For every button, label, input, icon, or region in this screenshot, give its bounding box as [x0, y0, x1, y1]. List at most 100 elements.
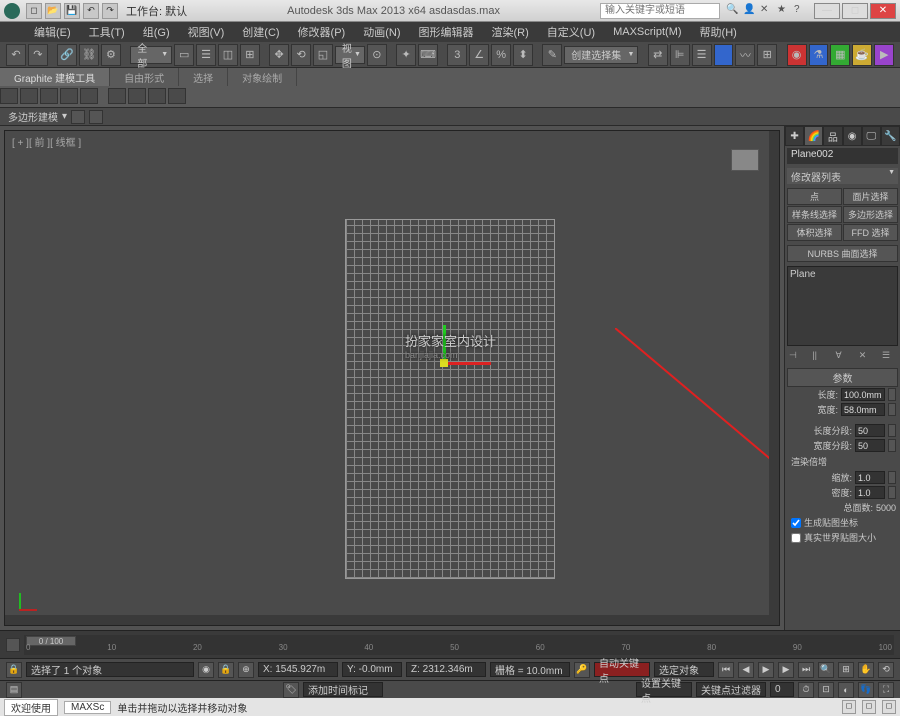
- app-logo-icon[interactable]: [4, 3, 20, 19]
- menu-create[interactable]: 创建(C): [234, 22, 287, 42]
- percent-snap-button[interactable]: %: [491, 44, 511, 66]
- tray-icon-3[interactable]: ◻: [882, 700, 896, 714]
- poly-mini-1[interactable]: [71, 110, 85, 124]
- move-button[interactable]: ✥: [269, 44, 289, 66]
- favorite-icon[interactable]: ★: [777, 4, 791, 18]
- hierarchy-tab-icon[interactable]: 品: [823, 126, 842, 146]
- window-crossing-button[interactable]: ⊞: [240, 44, 260, 66]
- keyboard-button[interactable]: ⌨: [418, 44, 438, 66]
- modify-tab-icon[interactable]: 🌈: [804, 126, 823, 146]
- manipulate-button[interactable]: ✦: [396, 44, 416, 66]
- menu-views[interactable]: 视图(V): [180, 22, 233, 42]
- ribbon-btn-9[interactable]: [168, 88, 186, 104]
- nav-walk-icon[interactable]: 👣: [858, 682, 874, 698]
- configure-icon[interactable]: ☰: [882, 350, 896, 364]
- coord-z[interactable]: Z: 2312.346m: [406, 662, 486, 677]
- help-icon[interactable]: ?: [794, 4, 808, 18]
- ribbon-tab-paint[interactable]: 对象绘制: [228, 68, 297, 86]
- gen-coords-checkbox[interactable]: [791, 518, 801, 528]
- wseg-spinner[interactable]: 50: [855, 439, 885, 452]
- menu-edit[interactable]: 编辑(E): [26, 22, 79, 42]
- play-start-icon[interactable]: ⏮: [718, 662, 734, 678]
- signin-icon[interactable]: 👤: [743, 4, 757, 18]
- lseg-spin-buttons[interactable]: [888, 424, 896, 437]
- ribbon-tab-select[interactable]: 选择: [179, 68, 228, 86]
- sel-vertex-button[interactable]: 点: [787, 188, 842, 205]
- ribbon-btn-8[interactable]: [148, 88, 166, 104]
- named-selection[interactable]: 创建选择集: [564, 46, 638, 64]
- help-search-input[interactable]: [600, 3, 720, 19]
- scale-button[interactable]: ◱: [313, 44, 333, 66]
- graphite-button[interactable]: [714, 44, 734, 66]
- search-icon[interactable]: 🔍: [726, 4, 740, 18]
- edit-named-sel-button[interactable]: ✎: [542, 44, 562, 66]
- key-mode-icon[interactable]: 🔑: [574, 662, 590, 678]
- menu-render[interactable]: 渲染(R): [484, 22, 537, 42]
- pin-stack-icon[interactable]: ⊣: [789, 350, 803, 364]
- welcome-tab[interactable]: 欢迎使用: [4, 699, 58, 716]
- width-spin-buttons[interactable]: [888, 403, 896, 416]
- play-end-icon[interactable]: ⏭: [798, 662, 814, 678]
- ribbon-btn-6[interactable]: [108, 88, 126, 104]
- stack-item-plane[interactable]: Plane: [790, 269, 895, 280]
- selection-filter[interactable]: 全部: [130, 46, 172, 64]
- maxscript-icon[interactable]: ▤: [6, 682, 22, 698]
- wseg-spin-buttons[interactable]: [888, 439, 896, 452]
- render-frame-button[interactable]: ▦: [830, 44, 850, 66]
- params-rollout-header[interactable]: 参数: [787, 368, 898, 387]
- time-slider[interactable]: 0 / 100 0 10 20 30 40 50 60 70 80 90 100: [24, 635, 894, 655]
- nav-fov-icon[interactable]: ◐: [838, 682, 854, 698]
- viewport[interactable]: 扮家家室内设计 banjiajia.com: [4, 130, 780, 626]
- maximize-button[interactable]: ◻: [842, 3, 868, 19]
- ribbon-btn-4[interactable]: [60, 88, 78, 104]
- absolute-icon[interactable]: ⊕: [238, 662, 254, 678]
- redo-button[interactable]: ↷: [28, 44, 48, 66]
- scale-spinner[interactable]: 1.0: [855, 471, 885, 484]
- time-tag-icon[interactable]: 🏷: [283, 682, 299, 698]
- sel-nurbs-button[interactable]: NURBS 曲面选择: [787, 245, 898, 262]
- add-time-tag[interactable]: 添加时间标记: [303, 682, 383, 697]
- ribbon-btn-2[interactable]: [20, 88, 38, 104]
- play-prev-icon[interactable]: ◀: [738, 662, 754, 678]
- schematic-button[interactable]: ⊞: [757, 44, 777, 66]
- nav-max-icon[interactable]: ⛶: [878, 682, 894, 698]
- unlink-button[interactable]: ⛓: [79, 44, 99, 66]
- layers-button[interactable]: ☰: [692, 44, 712, 66]
- menu-graph[interactable]: 图形编辑器: [411, 22, 482, 42]
- isolate-icon[interactable]: ◉: [198, 662, 214, 678]
- play-icon[interactable]: ▶: [758, 662, 774, 678]
- setkey-button[interactable]: 设置关键点: [636, 682, 692, 697]
- selection-lock-icon[interactable]: 🔒: [218, 662, 234, 678]
- viewcube[interactable]: [731, 149, 759, 171]
- create-tab-icon[interactable]: ✚: [785, 126, 804, 146]
- real-world-checkbox[interactable]: [791, 533, 801, 543]
- new-icon[interactable]: ◻: [26, 3, 42, 19]
- menu-maxscript[interactable]: MAXScript(M): [605, 24, 689, 40]
- coord-y[interactable]: Y: -0.0mm: [342, 662, 402, 677]
- spinner-snap-button[interactable]: ⬍: [513, 44, 533, 66]
- menu-animation[interactable]: 动画(N): [355, 22, 408, 42]
- align-button[interactable]: ⊫: [670, 44, 690, 66]
- select-name-button[interactable]: ☰: [196, 44, 216, 66]
- ribbon-btn-1[interactable]: [0, 88, 18, 104]
- tray-icon-2[interactable]: ◻: [862, 700, 876, 714]
- snap-button[interactable]: 3: [447, 44, 467, 66]
- coord-x[interactable]: X: 1545.927m: [258, 662, 338, 677]
- nav-pan-icon[interactable]: ✋: [858, 662, 874, 678]
- undo-icon[interactable]: ↶: [83, 3, 99, 19]
- current-frame-field[interactable]: 0: [770, 682, 794, 697]
- timeline-config-icon[interactable]: [6, 638, 20, 652]
- viewport-scrollbar-v[interactable]: [769, 131, 779, 625]
- modifier-stack[interactable]: Plane: [787, 266, 898, 346]
- sel-spline-button[interactable]: 样条线选择: [787, 206, 842, 223]
- sel-poly-button[interactable]: 多边形选择: [843, 206, 898, 223]
- poly-mini-2[interactable]: [89, 110, 103, 124]
- undo-button[interactable]: ↶: [6, 44, 26, 66]
- scale-spin-buttons[interactable]: [888, 471, 896, 484]
- mirror-button[interactable]: ⇄: [648, 44, 668, 66]
- close-button[interactable]: ✕: [870, 3, 896, 19]
- material-button[interactable]: ◉: [787, 44, 807, 66]
- link-button[interactable]: 🔗: [57, 44, 77, 66]
- menu-tools[interactable]: 工具(T): [81, 22, 133, 42]
- transform-gizmo[interactable]: [443, 359, 523, 419]
